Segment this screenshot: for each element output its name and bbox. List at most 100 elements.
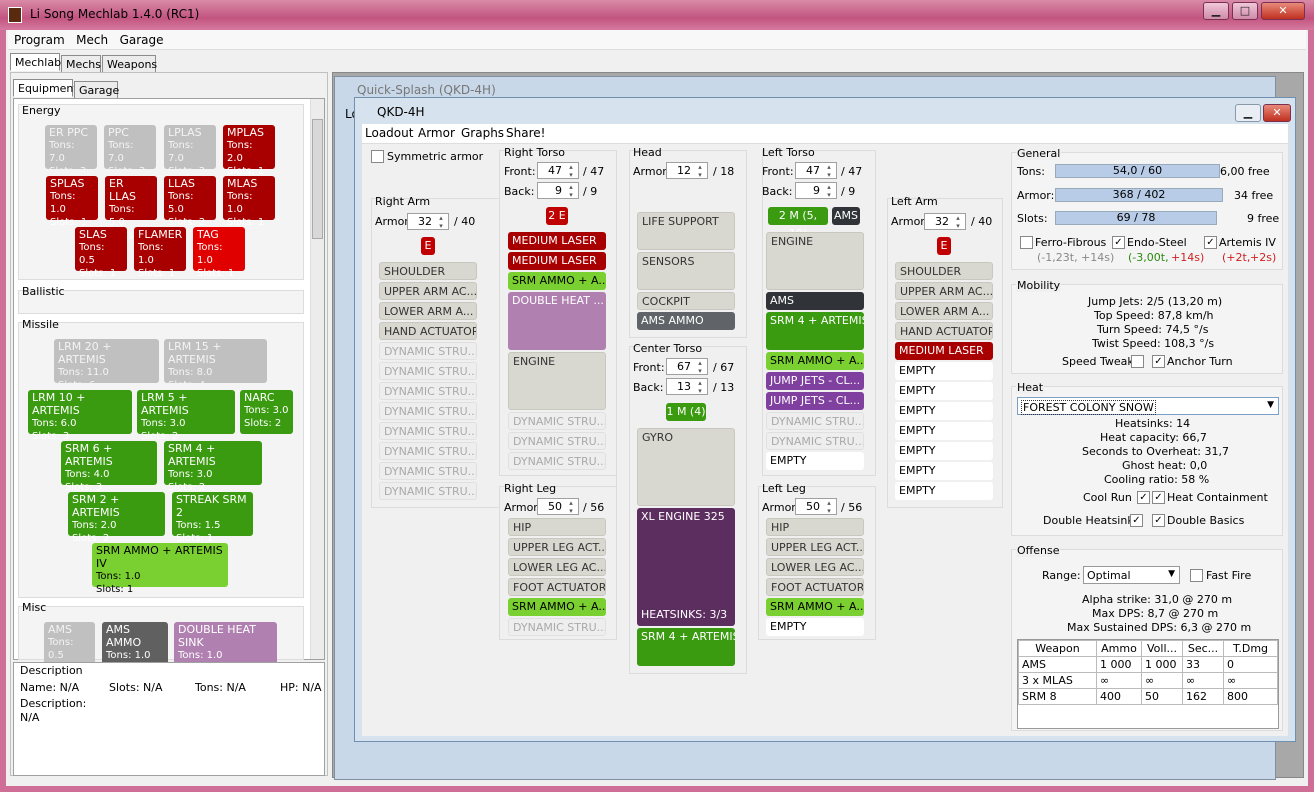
slot-item[interactable]: SENSORS	[637, 252, 735, 290]
slot-item[interactable]: DYNAMIC STRU...	[766, 412, 864, 430]
tab-weapons[interactable]: Weapons	[102, 55, 157, 73]
speed-tweak-checkbox[interactable]	[1131, 355, 1144, 368]
slot-item[interactable]: AMS	[766, 292, 864, 310]
slot-item[interactable]: EMPTY	[766, 618, 864, 636]
equipment-item[interactable]: AMSTons: 0.5Slots: 1	[44, 622, 95, 674]
equipment-item[interactable]: ER LLAS Tons: 5.0 Slots: 2	[105, 176, 157, 241]
heat-containment-checkbox[interactable]: ✓	[1152, 491, 1165, 504]
menu-share[interactable]: Share!	[506, 126, 545, 140]
right-arm-armor-spinner[interactable]: 32	[407, 213, 449, 230]
equipment-item[interactable]: FLAMER Tons: 1.0 Slots: 1	[134, 227, 186, 279]
slot-item[interactable]: DYNAMIC STRU...	[766, 432, 864, 450]
slot-item[interactable]: AMS AMMO	[637, 312, 735, 330]
table-row[interactable]: SRM 8 400 50 162 800	[1018, 688, 1278, 705]
slot-item[interactable]: MEDIUM LASER	[508, 252, 606, 270]
slot-item[interactable]: DYNAMIC STRU...	[379, 462, 477, 480]
slot-item[interactable]: DYNAMIC STRU...	[379, 442, 477, 460]
slot-item[interactable]: DOUBLE HEAT ...	[508, 292, 606, 350]
slot-item[interactable]: DYNAMIC STRU...	[379, 382, 477, 400]
equipment-item[interactable]: SRM 2 + ARTEMIS Tons: 2.0 Slots: 2	[68, 492, 165, 544]
slot-item[interactable]: COCKPIT	[637, 292, 735, 310]
center-torso-front-spinner[interactable]: 67	[666, 358, 708, 375]
inner-minimize-button[interactable]: ▁	[1235, 104, 1261, 122]
right-torso-back-spinner[interactable]: 9	[537, 182, 579, 199]
equipment-item[interactable]: SRM 6 + ARTEMIS Tons: 4.0 Slots: 3	[61, 441, 157, 493]
slot-item[interactable]: SRM AMMO + A...	[766, 352, 864, 370]
slot-item[interactable]: EMPTY	[895, 382, 993, 400]
menu-garage[interactable]: Garage	[118, 30, 166, 50]
slot-item[interactable]: DYNAMIC STRU...	[508, 412, 606, 430]
equipment-item[interactable]: MPLAS Tons: 2.0 Slots: 1	[223, 125, 275, 177]
equipment-item[interactable]: LRM 20 + ARTEMIS Tons: 11.0 Slots: 6	[54, 339, 159, 391]
right-leg-armor-spinner[interactable]: 50	[537, 498, 579, 515]
col-volleys[interactable]: Voll...	[1141, 640, 1183, 657]
equipment-item[interactable]: LPLAS Tons: 7.0 Slots: 2	[164, 125, 216, 177]
slot-item[interactable]: UPPER LEG ACT...	[508, 538, 606, 556]
left-leg-armor-spinner[interactable]: 50	[795, 498, 837, 515]
equipment-item[interactable]: SPLAS Tons: 1.0 Slots: 1	[46, 176, 98, 228]
table-row[interactable]: 3 x MLAS ∞ ∞ ∞ ∞	[1018, 672, 1278, 689]
equipment-item[interactable]: LRM 15 + ARTEMIS Tons: 8.0 Slots: 4	[164, 339, 267, 391]
equipment-item[interactable]: TAG Tons: 1.0 Slots: 1	[193, 227, 245, 279]
equipment-item[interactable]: MLAS Tons: 1.0 Slots: 1	[223, 176, 275, 228]
equipment-item[interactable]: NARC Tons: 3.0 Slots: 2	[240, 390, 293, 434]
slot-item[interactable]: JUMP JETS - CL...	[766, 392, 864, 410]
slot-item[interactable]: DYNAMIC STRU...	[379, 422, 477, 440]
close-button[interactable]: ✕	[1261, 2, 1305, 20]
right-torso-front-spinner[interactable]: 47	[537, 162, 579, 179]
center-torso-back-spinner[interactable]: 13	[666, 378, 708, 395]
slot-item[interactable]: HAND ACTUATOR	[895, 322, 993, 340]
table-row[interactable]: AMS 1 000 1 000 33 0	[1018, 656, 1278, 673]
slot-item[interactable]: XL ENGINE 325 HEATSINKS: 3/3	[637, 508, 735, 626]
menu-graphs[interactable]: Graphs	[461, 126, 504, 140]
tab-garage[interactable]: Garage	[74, 81, 119, 99]
slot-item[interactable]: DYNAMIC STRU...	[508, 618, 606, 636]
minimize-button[interactable]: ▁	[1203, 2, 1229, 20]
col-weapon[interactable]: Weapon	[1018, 640, 1097, 657]
slot-item[interactable]: HAND ACTUATOR	[379, 322, 477, 340]
left-torso-front-spinner[interactable]: 47	[795, 162, 837, 179]
col-ammo[interactable]: Ammo	[1096, 640, 1142, 657]
slot-item[interactable]: MEDIUM LASER	[508, 232, 606, 250]
slot-item[interactable]: DYNAMIC STRU...	[379, 342, 477, 360]
equipment-item[interactable]: DOUBLE HEAT SINKTons: 1.0Slots: 3	[174, 622, 277, 674]
menu-mech[interactable]: Mech	[74, 30, 110, 50]
fast-fire-checkbox[interactable]	[1190, 569, 1203, 582]
slot-item[interactable]: UPPER ARM AC...	[895, 282, 993, 300]
maximize-button[interactable]: □	[1232, 2, 1258, 20]
slot-item[interactable]: EMPTY	[895, 422, 993, 440]
slot-item[interactable]: EMPTY	[895, 362, 993, 380]
col-seconds[interactable]: Sec...	[1182, 640, 1224, 657]
inner-close-button[interactable]: ✕	[1263, 104, 1291, 122]
slot-item[interactable]: DYNAMIC STRU...	[379, 402, 477, 420]
slot-item[interactable]: SRM AMMO + A...	[508, 598, 606, 616]
menu-armor[interactable]: Armor	[418, 126, 455, 140]
slot-item[interactable]: ENGINE	[508, 352, 606, 410]
slot-item[interactable]: GYRO	[637, 428, 735, 506]
slot-item[interactable]: LOWER LEG AC...	[766, 558, 864, 576]
slot-item[interactable]: SHOULDER	[895, 262, 993, 280]
equipment-item[interactable]: SLAS Tons: 0.5 Slots: 1	[75, 227, 127, 279]
slot-item[interactable]: SRM 4 + ARTEMIS	[637, 628, 735, 666]
tab-equipment[interactable]: Equipment	[13, 79, 78, 97]
slot-item[interactable]: DYNAMIC STRU...	[508, 432, 606, 450]
anchor-turn-checkbox[interactable]: ✓	[1152, 355, 1165, 368]
map-select[interactable]: FOREST COLONY SNOW ▼	[1017, 397, 1279, 415]
slot-item[interactable]: DYNAMIC STRU...	[379, 482, 477, 500]
slot-item[interactable]: LIFE SUPPORT	[637, 212, 735, 250]
slot-item[interactable]: UPPER ARM AC...	[379, 282, 477, 300]
equipment-item[interactable]: ER PPC Tons: 7.0 Slots: 3	[45, 125, 97, 177]
slot-item[interactable]: LOWER ARM A...	[379, 302, 477, 320]
equipment-scrollbar[interactable]	[310, 99, 324, 659]
range-select[interactable]: Optimal ▼	[1083, 566, 1180, 584]
menu-loadout[interactable]: Loadout	[365, 126, 413, 140]
slot-item[interactable]: HIP	[508, 518, 606, 536]
slot-item[interactable]: EMPTY	[895, 482, 993, 500]
slot-item[interactable]: SHOULDER	[379, 262, 477, 280]
slot-item[interactable]: JUMP JETS - CL...	[766, 372, 864, 390]
slot-item[interactable]: EMPTY	[895, 462, 993, 480]
slot-item[interactable]: EMPTY	[766, 452, 864, 470]
double-basics-checkbox[interactable]: ✓	[1152, 514, 1165, 527]
slot-item[interactable]: SRM 4 + ARTEMIS	[766, 312, 864, 350]
slot-item[interactable]: FOOT ACTUATOR	[766, 578, 864, 596]
